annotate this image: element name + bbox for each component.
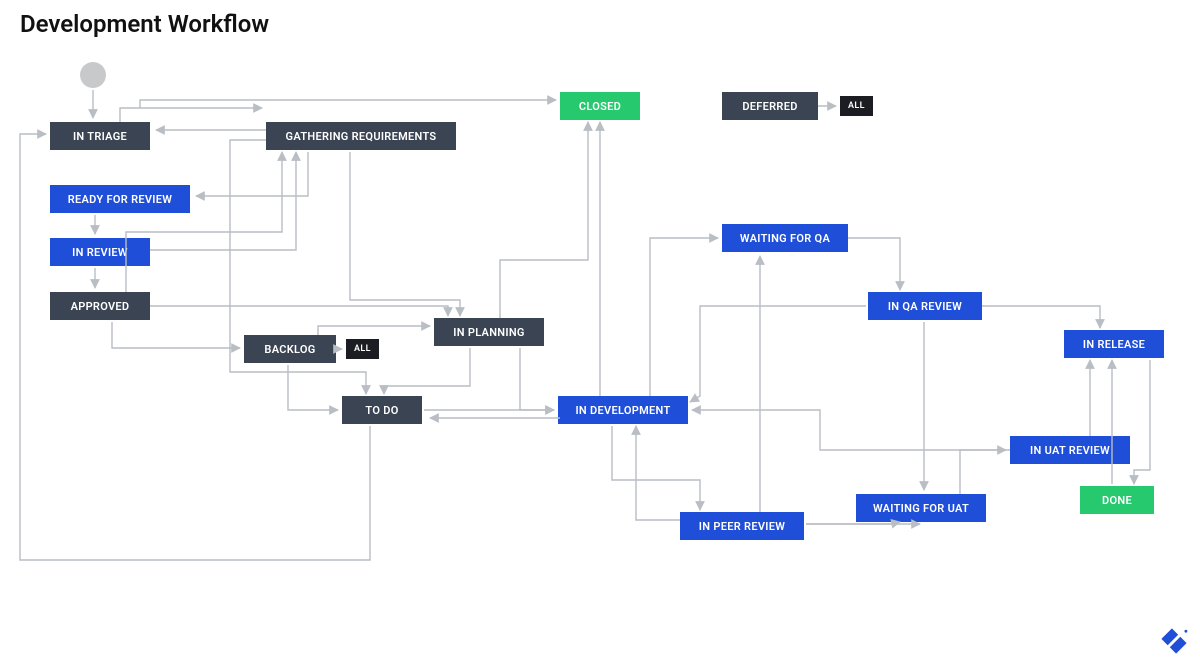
toptal-logo-icon (1160, 627, 1188, 655)
tag-backlog-all: ALL (346, 339, 379, 359)
node-to-do: TO DO (342, 396, 422, 424)
node-in-planning: IN PLANNING (434, 318, 544, 346)
node-waiting-for-uat: WAITING FOR UAT (856, 494, 986, 522)
start-node (80, 62, 106, 88)
node-gathering-req: GATHERING REQUIREMENTS (266, 122, 456, 150)
node-waiting-for-qa: WAITING FOR QA (722, 224, 848, 252)
page-title: Development Workflow (20, 10, 269, 38)
node-in-release: IN RELEASE (1064, 330, 1164, 358)
node-in-triage: IN TRIAGE (50, 122, 150, 150)
node-in-peer-review: IN PEER REVIEW (680, 512, 804, 540)
node-closed: CLOSED (560, 92, 640, 120)
node-ready-for-review: READY FOR REVIEW (50, 185, 190, 213)
node-in-qa-review: IN QA REVIEW (868, 292, 982, 320)
node-approved: APPROVED (50, 292, 150, 320)
tag-deferred-all: ALL (840, 96, 873, 116)
node-in-development: IN DEVELOPMENT (558, 396, 688, 424)
node-deferred: DEFERRED (722, 92, 818, 120)
node-in-uat-review: IN UAT REVIEW (1010, 436, 1130, 464)
node-in-review: IN REVIEW (50, 238, 150, 266)
node-backlog: BACKLOG (244, 335, 336, 363)
node-done: DONE (1080, 486, 1154, 514)
